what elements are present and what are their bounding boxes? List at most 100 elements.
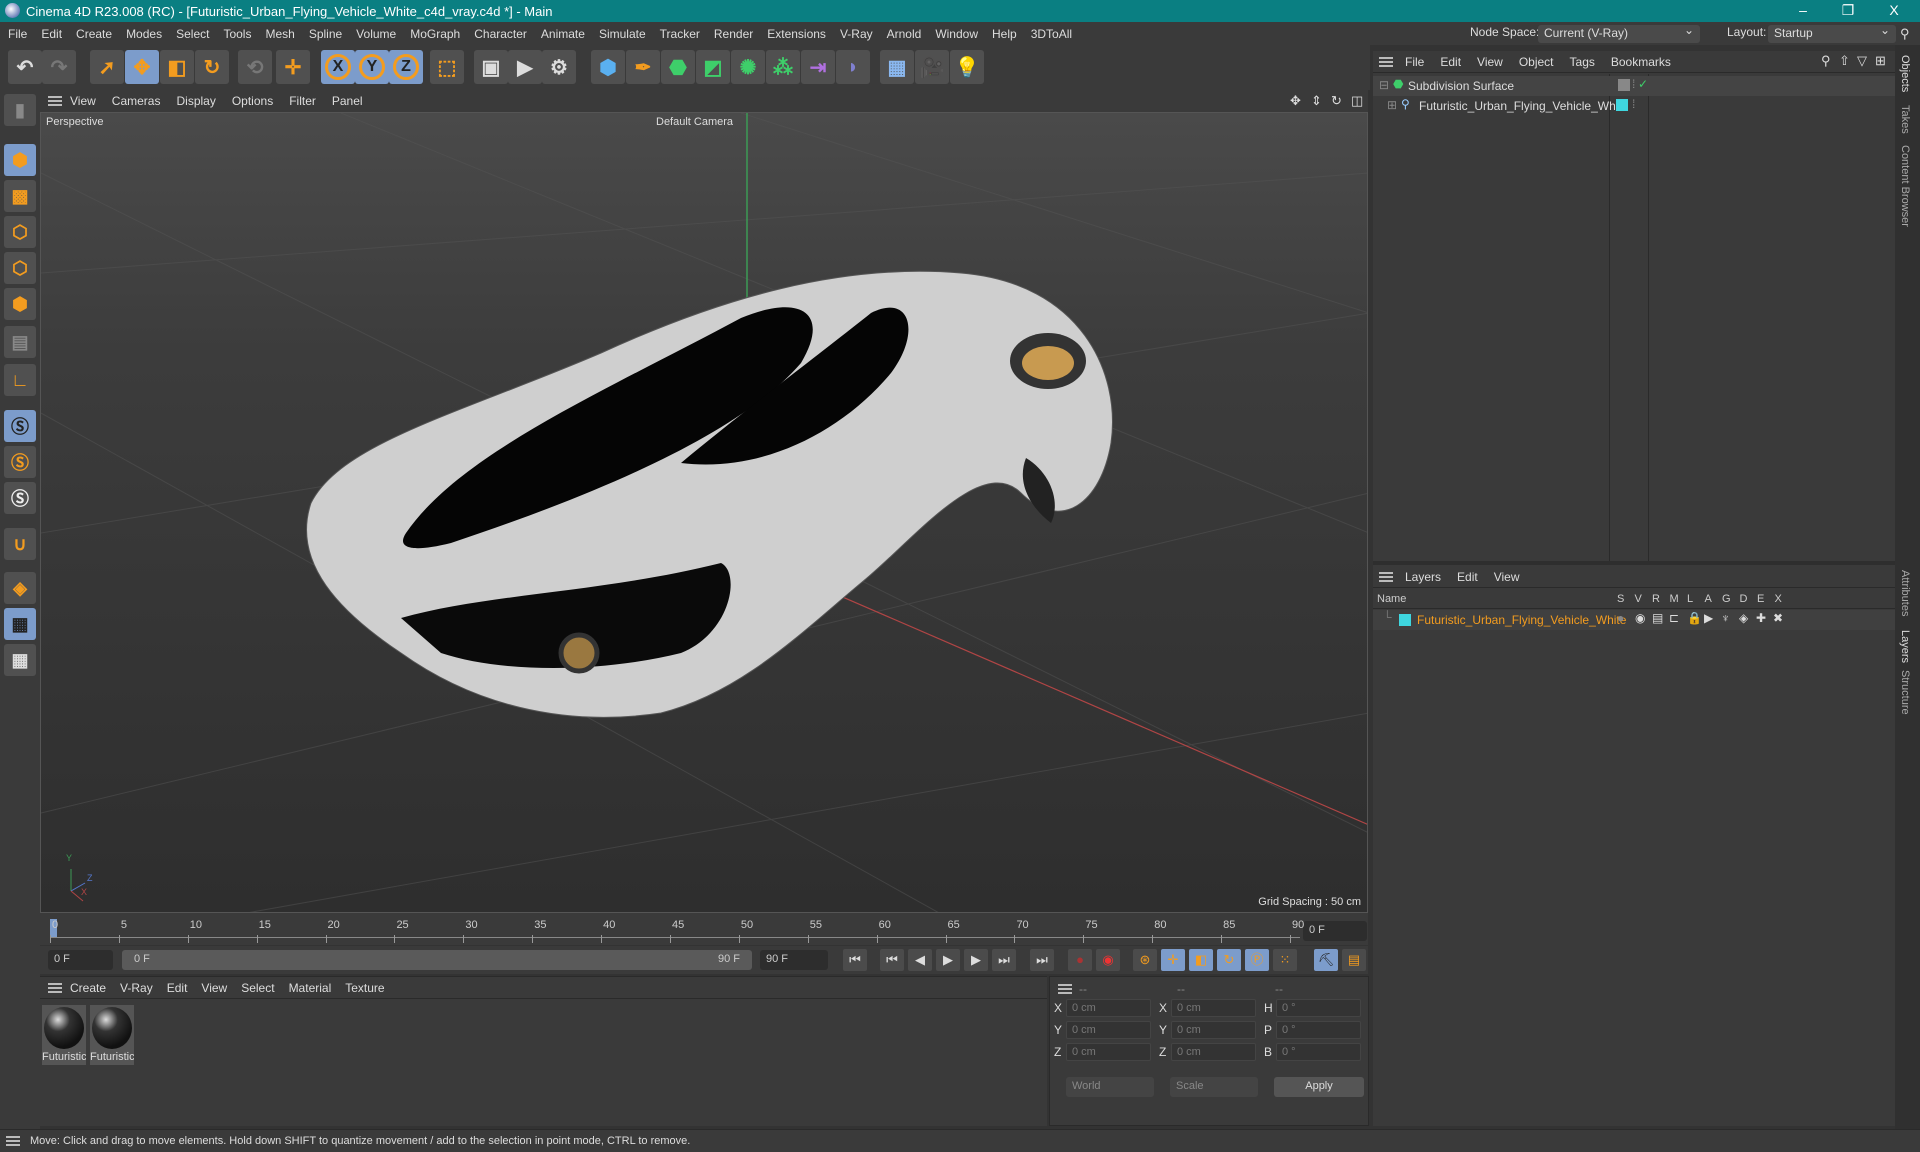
- restore-button[interactable]: ❐: [1828, 0, 1868, 22]
- minimize-button[interactable]: –: [1783, 0, 1823, 22]
- home-icon[interactable]: ⇧: [1839, 53, 1850, 69]
- viewport-perspective[interactable]: Y Z X Perspective Default Camera Grid Sp…: [40, 112, 1368, 913]
- select-tool-button[interactable]: ➚: [90, 50, 124, 84]
- next-frame-button[interactable]: ▶: [964, 949, 988, 971]
- go-to-end-button[interactable]: ⏭: [1030, 949, 1054, 971]
- pla-key-button[interactable]: ⁙: [1273, 949, 1297, 971]
- light-button[interactable]: 💡: [950, 50, 984, 84]
- deformer-button[interactable]: ⇥: [801, 50, 835, 84]
- material-menu-edit[interactable]: Edit: [167, 981, 188, 995]
- layer-column-v[interactable]: V: [1635, 593, 1642, 605]
- camera-label[interactable]: Default Camera: [656, 116, 733, 128]
- make-editable-button[interactable]: ▮: [4, 94, 36, 126]
- scale-key-button[interactable]: ◧: [1189, 949, 1213, 971]
- uv-mode-button[interactable]: ▤: [4, 326, 36, 358]
- object-row-vehicle[interactable]: ⊞ ⚲ Futuristic_Urban_Flying_Vehicle_Whit…: [1373, 96, 1895, 116]
- layer-name[interactable]: Futuristic_Urban_Flying_Vehicle_White: [1417, 613, 1626, 627]
- cube-button[interactable]: ⬢: [591, 50, 625, 84]
- coord-field[interactable]: 0 °: [1276, 999, 1361, 1017]
- grid-button[interactable]: ▦: [4, 608, 36, 640]
- visibility-dots-icon[interactable]: ⁞: [1632, 97, 1635, 111]
- menu-help[interactable]: Help: [992, 27, 1017, 41]
- editor-visibility-icon[interactable]: [1618, 79, 1630, 91]
- expressions-icon[interactable]: ✚: [1756, 611, 1766, 625]
- viewport-move-icon[interactable]: ✥: [1290, 93, 1301, 109]
- collapse-icon[interactable]: ⊟: [1379, 78, 1389, 92]
- timeline-button[interactable]: ▤: [1342, 949, 1366, 971]
- material-menu-icon[interactable]: [48, 983, 62, 993]
- cloner-button[interactable]: ✺: [731, 50, 765, 84]
- filter-icon[interactable]: ▽: [1857, 53, 1867, 69]
- material-menu-vray[interactable]: V-Ray: [120, 981, 153, 995]
- extrude-button[interactable]: ◩: [696, 50, 730, 84]
- animation-icon[interactable]: ▶: [1704, 611, 1713, 625]
- lock-icon[interactable]: 🔒: [1687, 611, 1702, 625]
- menu-spline[interactable]: Spline: [309, 27, 342, 41]
- objects-menu-tags[interactable]: Tags: [1570, 55, 1595, 69]
- coord-field[interactable]: 0 °: [1276, 1043, 1361, 1061]
- coord-field[interactable]: 0 cm: [1171, 1043, 1256, 1061]
- texture-mode-button[interactable]: ▩: [4, 180, 36, 212]
- autokey-button[interactable]: ◉: [1096, 949, 1120, 971]
- menu-render[interactable]: Render: [714, 27, 753, 41]
- layer-column-r[interactable]: R: [1652, 593, 1660, 605]
- objects-menu-edit[interactable]: Edit: [1440, 55, 1461, 69]
- layer-column-a[interactable]: A: [1705, 593, 1712, 605]
- viewport-maximize-icon[interactable]: ◫: [1351, 93, 1363, 109]
- scale-tool-button[interactable]: ◧: [160, 50, 194, 84]
- objects-menu-bookmarks[interactable]: Bookmarks: [1611, 55, 1671, 69]
- move-tool-button[interactable]: ✥: [125, 50, 159, 84]
- magnet-button[interactable]: ∪: [4, 528, 36, 560]
- quantize-button[interactable]: Ⓢ: [4, 482, 36, 514]
- coordinate-mode-dropdown[interactable]: World: [1066, 1077, 1154, 1097]
- layer-column-m[interactable]: M: [1670, 593, 1679, 605]
- menu-extensions[interactable]: Extensions: [767, 27, 826, 41]
- field-button[interactable]: ◗: [836, 50, 870, 84]
- snap-button[interactable]: Ⓢ: [4, 410, 36, 442]
- rotate-tool-button[interactable]: ↻: [195, 50, 229, 84]
- camera-button[interactable]: 🎥: [915, 50, 949, 84]
- layers-menu-edit[interactable]: Edit: [1457, 570, 1478, 584]
- transform-tool-button[interactable]: ✛: [276, 50, 310, 84]
- rotation-key-button[interactable]: ↻: [1217, 949, 1241, 971]
- solo-icon[interactable]: ●: [1617, 611, 1624, 625]
- record-button[interactable]: ●: [1068, 949, 1092, 971]
- search-objects-icon[interactable]: ⚲: [1821, 53, 1831, 69]
- manager-icon[interactable]: ⊏: [1669, 611, 1679, 625]
- coord-field[interactable]: 0 cm: [1171, 1021, 1256, 1039]
- viewport-menu-filter[interactable]: Filter: [289, 94, 316, 108]
- frame-range-slider[interactable]: 0 F 90 F: [122, 950, 752, 970]
- snap-settings-button[interactable]: Ⓢ: [4, 446, 36, 478]
- current-frame-field[interactable]: 0 F: [1303, 921, 1367, 941]
- psr-button[interactable]: ⟲: [238, 50, 272, 84]
- status-menu-icon[interactable]: [6, 1136, 20, 1146]
- timeline-ruler[interactable]: 0 F 0 5 10 15 20 25 30 35 40 45 50 55 60 65 70 75 80 85 90: [40, 913, 1368, 945]
- axis-mode-button[interactable]: ∟: [4, 364, 36, 396]
- coordinates-menu-icon[interactable]: [1058, 984, 1072, 994]
- viewport-menu-panel[interactable]: Panel: [332, 94, 363, 108]
- material-menu-select[interactable]: Select: [241, 981, 274, 995]
- subdivision-button[interactable]: ⬣: [661, 50, 695, 84]
- layer-column-l[interactable]: L: [1687, 593, 1693, 605]
- menu-simulate[interactable]: Simulate: [599, 27, 646, 41]
- material-menu-create[interactable]: Create: [70, 981, 106, 995]
- go-to-start-button[interactable]: ⏮: [843, 949, 867, 971]
- previous-key-button[interactable]: ⏮: [880, 949, 904, 971]
- node-space-dropdown[interactable]: Current (V-Ray): [1538, 23, 1700, 43]
- redo-button[interactable]: ↷: [42, 50, 76, 84]
- layer-row[interactable]: └ Futuristic_Urban_Flying_Vehicle_White …: [1373, 610, 1895, 630]
- x-axis-button[interactable]: X: [321, 50, 355, 84]
- expand-icon[interactable]: ⊞: [1387, 98, 1397, 112]
- menu-tracker[interactable]: Tracker: [660, 27, 700, 41]
- search-icon[interactable]: ⚲: [1900, 26, 1910, 42]
- render-region-button[interactable]: ▣: [474, 50, 508, 84]
- menu-create[interactable]: Create: [76, 27, 112, 41]
- end-frame-field[interactable]: 90 F: [760, 950, 828, 970]
- side-tab-objects[interactable]: Objects: [1899, 55, 1911, 92]
- material-menu-view[interactable]: View: [201, 981, 227, 995]
- coord-field[interactable]: 0 cm: [1066, 1043, 1151, 1061]
- apply-button[interactable]: Apply: [1274, 1077, 1364, 1097]
- deformers-icon[interactable]: ◈: [1739, 611, 1748, 625]
- menu-arnold[interactable]: Arnold: [887, 27, 922, 41]
- menu-edit[interactable]: Edit: [41, 27, 62, 41]
